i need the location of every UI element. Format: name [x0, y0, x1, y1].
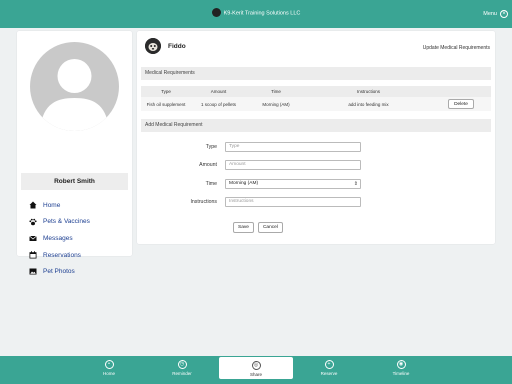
- brand-name: K9-Kerit Training Solutions LLC: [223, 10, 301, 17]
- sidebar-nav: Home Pets & Vaccines Messages Reservatio…: [28, 201, 90, 284]
- sidebar-item-pet-photos[interactable]: Pet Photos: [28, 268, 90, 276]
- tab-label: Timeline: [392, 371, 410, 376]
- type-input[interactable]: Type: [225, 142, 361, 152]
- medical-panel: Fiddo Update Medical Requirements Medica…: [137, 31, 495, 244]
- type-row: Type Type: [137, 142, 361, 152]
- cell-time: Morning (AM): [246, 97, 306, 111]
- tab-label: Home: [102, 371, 115, 376]
- bottom-tab-bar: • Home ◷ Reminder ◎ Share + Reserve ◉ Ti…: [0, 356, 512, 384]
- pet-name: Fiddo: [168, 42, 186, 50]
- column-header-action: [431, 86, 491, 97]
- cancel-button[interactable]: Cancel: [257, 222, 283, 233]
- medical-requirements-header: Medical Requirements: [141, 67, 491, 80]
- add-requirement-header: Add Medical Requirement: [141, 119, 491, 132]
- menu-label: Menu: [483, 11, 497, 17]
- sidebar-item-label: Pet Photos: [43, 268, 75, 276]
- sidebar-item-label: Pets & Vaccines: [43, 218, 90, 226]
- table-row: Fish oil supplement 1 scoop of pellets M…: [141, 97, 491, 111]
- tab-reminder[interactable]: ◷ Reminder: [145, 356, 219, 384]
- share-icon: ◎: [251, 361, 261, 370]
- tab-reserve[interactable]: + Reserve: [292, 356, 366, 384]
- brand-logo: [211, 8, 221, 17]
- sidebar-item-pets-vaccines[interactable]: Pets & Vaccines: [28, 218, 90, 226]
- chevron-updown-icon: ⇕: [353, 181, 358, 187]
- menu-button[interactable]: Menu ×: [483, 10, 508, 18]
- sidebar-item-label: Messages: [43, 234, 73, 242]
- cell-type: Fish oil supplement: [141, 97, 191, 111]
- tab-label: Reminder: [172, 371, 192, 376]
- home-icon: [28, 201, 37, 209]
- instructions-row: Instructions Instructions: [137, 197, 361, 207]
- sidebar-item-reservations[interactable]: Reservations: [28, 251, 90, 259]
- time-select[interactable]: Morning (AM) ⇕: [225, 179, 361, 189]
- top-bar: K9-Kerit Training Solutions LLC Menu ×: [0, 0, 512, 28]
- column-header-type: Type: [141, 86, 191, 97]
- tab-label: Reserve: [320, 371, 338, 376]
- pet-avatar: [145, 38, 161, 54]
- time-row: Time Morning (AM) ⇕: [137, 179, 361, 189]
- paw-icon: [28, 218, 37, 226]
- tab-timeline[interactable]: ◉ Timeline: [364, 356, 438, 384]
- profile-name: Robert Smith: [21, 173, 128, 190]
- tab-label: Share: [249, 372, 262, 377]
- sidebar-item-label: Reservations: [43, 251, 81, 259]
- sidebar-item-messages[interactable]: Messages: [28, 234, 90, 242]
- tab-home[interactable]: • Home: [72, 356, 146, 384]
- time-label: Time: [205, 181, 217, 187]
- amount-label: Amount: [199, 162, 217, 168]
- cell-amount: 1 scoop of pellets: [191, 97, 246, 111]
- cell-action: Delete: [431, 97, 491, 111]
- table-header-row: Type Amount Time Instructions: [141, 86, 491, 97]
- avatar: [30, 42, 119, 131]
- sidebar-item-label: Home: [43, 201, 61, 209]
- form-actions: Save Cancel: [233, 222, 283, 233]
- profile-sidebar: Robert Smith Home Pets & Vaccines Messag…: [17, 31, 132, 275]
- time-select-value: Morning (AM): [229, 181, 259, 186]
- amount-row: Amount Amount: [137, 160, 361, 170]
- cell-instructions: add into feeding mix: [306, 97, 431, 111]
- brand: K9-Kerit Training Solutions LLC: [0, 8, 512, 18]
- column-header-amount: Amount: [191, 86, 246, 97]
- home-tab-icon: •: [104, 360, 114, 369]
- tab-share[interactable]: ◎ Share: [219, 357, 293, 379]
- close-icon: ×: [500, 10, 508, 18]
- type-label: Type: [205, 144, 217, 150]
- delete-button[interactable]: Delete: [448, 99, 474, 109]
- column-header-instructions: Instructions: [306, 86, 431, 97]
- medical-table: Type Amount Time Instructions Fish oil s…: [141, 86, 491, 111]
- update-medical-link[interactable]: Update Medical Requirements: [423, 45, 490, 51]
- instructions-input[interactable]: Instructions: [225, 197, 361, 207]
- amount-input[interactable]: Amount: [225, 160, 361, 170]
- reminder-icon: ◷: [177, 360, 187, 369]
- calendar-icon: [28, 251, 37, 259]
- timeline-icon: ◉: [396, 360, 406, 369]
- plus-icon: +: [324, 360, 334, 369]
- save-button[interactable]: Save: [233, 222, 254, 233]
- image-icon: [28, 268, 37, 276]
- instructions-label: Instructions: [190, 199, 217, 205]
- person-silhouette-icon: [40, 59, 109, 131]
- envelope-icon: [28, 234, 37, 242]
- column-header-time: Time: [246, 86, 306, 97]
- pet-header: Fiddo: [145, 38, 186, 54]
- sidebar-item-home[interactable]: Home: [28, 201, 90, 209]
